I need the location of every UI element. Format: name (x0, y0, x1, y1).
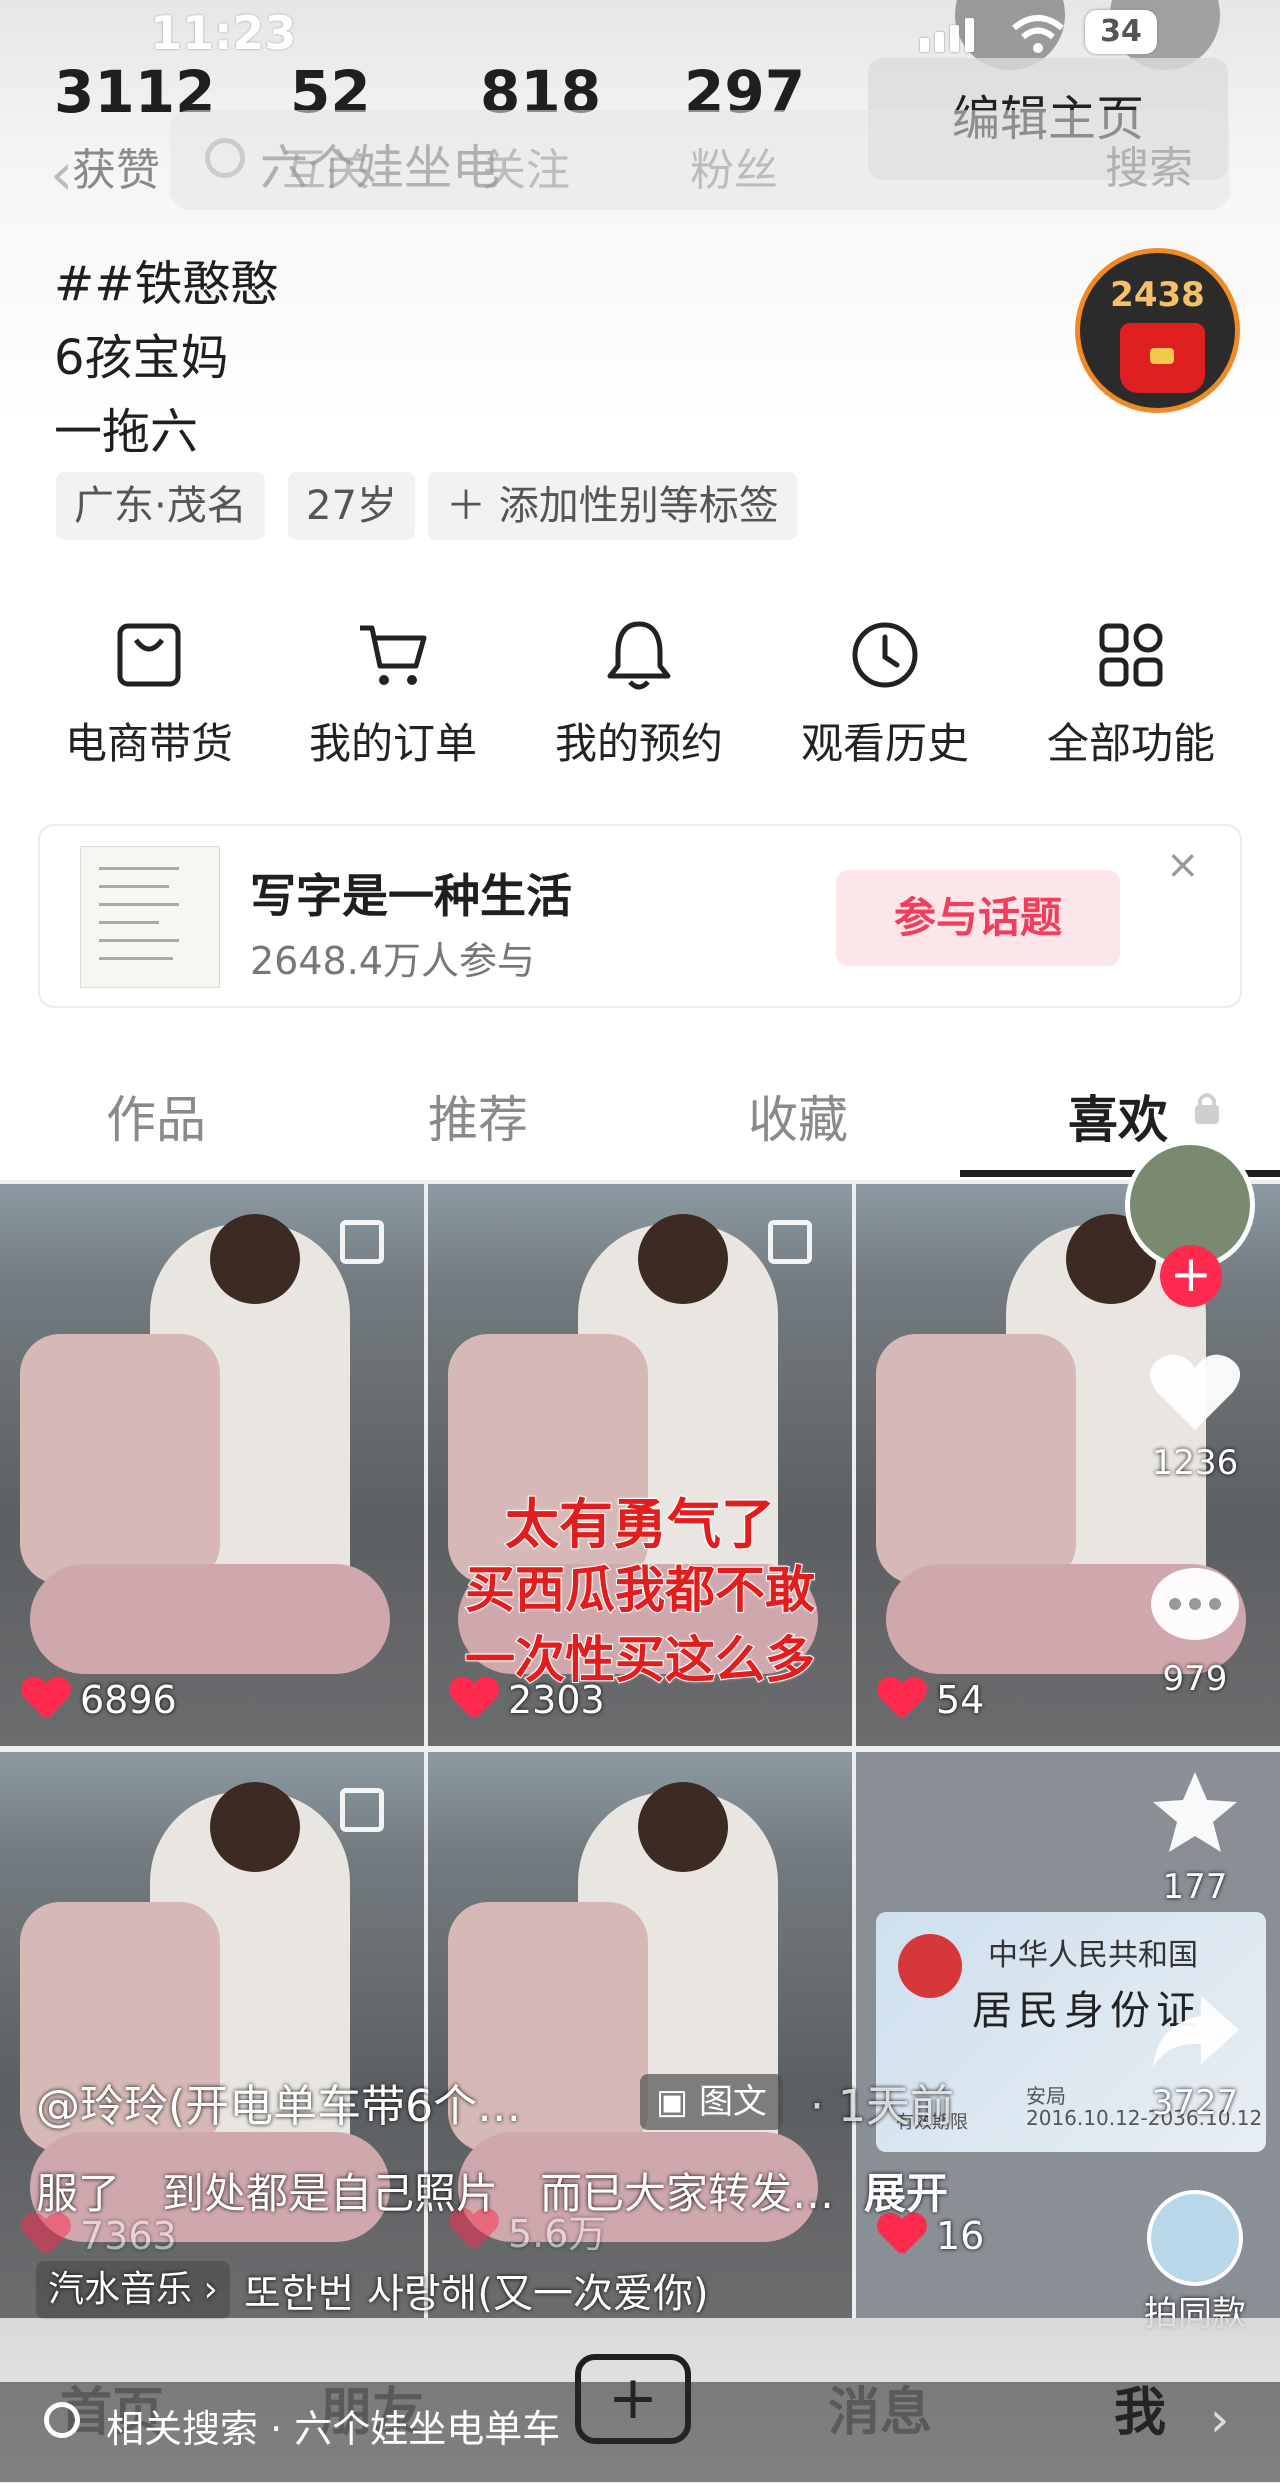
tab-recommend[interactable]: 推荐 (428, 1080, 528, 1152)
overlay-text: 买西瓜我都不敢 (464, 1560, 816, 1620)
tab-favorites[interactable]: 收藏 (748, 1080, 848, 1152)
location-tag[interactable]: 广东·茂名 (56, 472, 265, 540)
grid-item[interactable]: 6896 (0, 1184, 424, 1746)
overlay-text: 太有勇气了 (504, 1492, 776, 1557)
follow-plus-icon[interactable]: + (1160, 1245, 1222, 1307)
favorite-count: 177 (1162, 1867, 1228, 1907)
grid-item[interactable]: 5.6万 (428, 1752, 852, 2318)
emblem-icon (898, 1934, 962, 1998)
func-history[interactable]: 观看历史 (790, 610, 980, 771)
like-action[interactable]: 1236 (1125, 1350, 1265, 1483)
close-icon[interactable]: × (1166, 842, 1200, 888)
search-input[interactable]: 六个娃坐电 (260, 128, 500, 198)
search-icon (44, 2402, 80, 2438)
caption-time: · 1天前 (810, 2081, 954, 2132)
music-disc-icon (1147, 2190, 1243, 2286)
multi-image-icon (768, 1220, 812, 1264)
topic-card[interactable]: 写字是一种生活 2648.4万人参与 参与话题 × (38, 824, 1242, 1008)
music-info[interactable]: 汽水音乐 › 또한번 사랑해(又一次爱你) (36, 2258, 709, 2322)
star-icon (1153, 1772, 1237, 1852)
red-packet-badge[interactable]: 2438 (1075, 248, 1240, 413)
share-icon (1153, 1996, 1239, 2068)
topic-thumbnail (80, 846, 220, 988)
bio-line: ##铁憨憨 (54, 256, 279, 312)
same-style-action[interactable]: 拍同款 (1125, 2190, 1265, 2335)
search-icon (205, 138, 245, 178)
multi-image-icon (340, 1788, 384, 1832)
heart-icon (22, 1678, 70, 1722)
favorite-action[interactable]: 177 (1125, 1768, 1265, 1907)
battery-icon: 34 (1085, 10, 1157, 54)
status-time: 11:23 (150, 6, 297, 60)
stat-label: 获赞 (72, 145, 160, 196)
comment-icon (1151, 1568, 1239, 1640)
like-count: 6896 (80, 1678, 177, 1722)
back-arrow-icon[interactable]: ‹ (50, 140, 73, 208)
heart-icon (1149, 1354, 1241, 1430)
caption-author[interactable]: @玲玲(开电单车带6个… (36, 2070, 521, 2134)
id-card-text: 中华人民共和国 (988, 1938, 1198, 1973)
like-count: 1236 (1151, 1443, 1239, 1483)
signal-icon (920, 18, 974, 52)
comment-action[interactable]: 979 (1125, 1564, 1265, 1699)
id-card-authority: 安局 (1026, 2084, 1066, 2108)
add-tag-button[interactable]: ＋ 添加性别等标签 (428, 472, 797, 540)
topic-title: 写字是一种生活 (250, 869, 572, 923)
tab-likes[interactable]: 喜欢 (1068, 1080, 1168, 1152)
like-count: 2303 (508, 1678, 605, 1722)
bell-icon (607, 621, 671, 690)
wifi-icon (1012, 15, 1064, 53)
image-text-badge: ▣ 图文 (640, 2074, 783, 2130)
multi-image-icon (340, 1220, 384, 1264)
func-label: 电商带货 (64, 719, 233, 768)
func-label: 观看历史 (800, 719, 969, 768)
func-label: 我的预约 (554, 719, 723, 768)
shopping-bag-icon (117, 623, 181, 687)
bio-line: 一拖六 (54, 404, 199, 460)
related-search-text: 相关搜索 · 六个娃坐电单车 (106, 2407, 561, 2451)
heart-icon (450, 1678, 498, 1722)
grid-item[interactable]: 太有勇气了 买西瓜我都不敢 一次性买这么多 2303 (428, 1184, 852, 1746)
age-tag[interactable]: 27岁 (288, 472, 415, 540)
music-title: 또한번 사랑해(又一次爱你) (243, 2271, 709, 2317)
comment-count: 979 (1162, 1659, 1228, 1699)
func-ecommerce[interactable]: 电商带货 (54, 610, 244, 771)
grid-icon (1099, 623, 1163, 687)
bio-line: 6孩宝妈 (54, 330, 229, 386)
expand-button[interactable]: 展开 (864, 2160, 948, 2221)
func-reservations[interactable]: 我的预约 (544, 610, 734, 771)
func-label: 全部功能 (1046, 719, 1215, 768)
like-count: 54 (936, 1678, 985, 1722)
clock-icon (852, 622, 918, 688)
join-topic-button[interactable]: 参与话题 (836, 870, 1120, 966)
share-action[interactable]: 3727 (1125, 1990, 1265, 2123)
lock-icon (1195, 1093, 1219, 1124)
music-source[interactable]: 汽水音乐 › (36, 2261, 230, 2319)
grid-item[interactable]: 7363 (0, 1752, 424, 2318)
tab-works[interactable]: 作品 (106, 1080, 206, 1152)
cart-icon (360, 625, 427, 685)
search-button[interactable]: 搜索 (1105, 132, 1193, 196)
topic-participants: 2648.4万人参与 (250, 939, 535, 983)
heart-icon (878, 1678, 926, 1722)
red-packet-icon (1120, 323, 1205, 393)
chevron-right-icon[interactable]: › (1210, 2392, 1229, 2448)
red-packet-count: 2438 (1110, 275, 1205, 315)
badge-label: 图文 (698, 2082, 767, 2122)
share-count: 3727 (1151, 2083, 1239, 2123)
func-label: 我的订单 (308, 719, 477, 768)
caption-text: 服了 到处都是自己照片 而已大家转发… (36, 2169, 835, 2218)
func-all[interactable]: 全部功能 (1036, 610, 1226, 771)
func-orders[interactable]: 我的订单 (298, 610, 488, 771)
